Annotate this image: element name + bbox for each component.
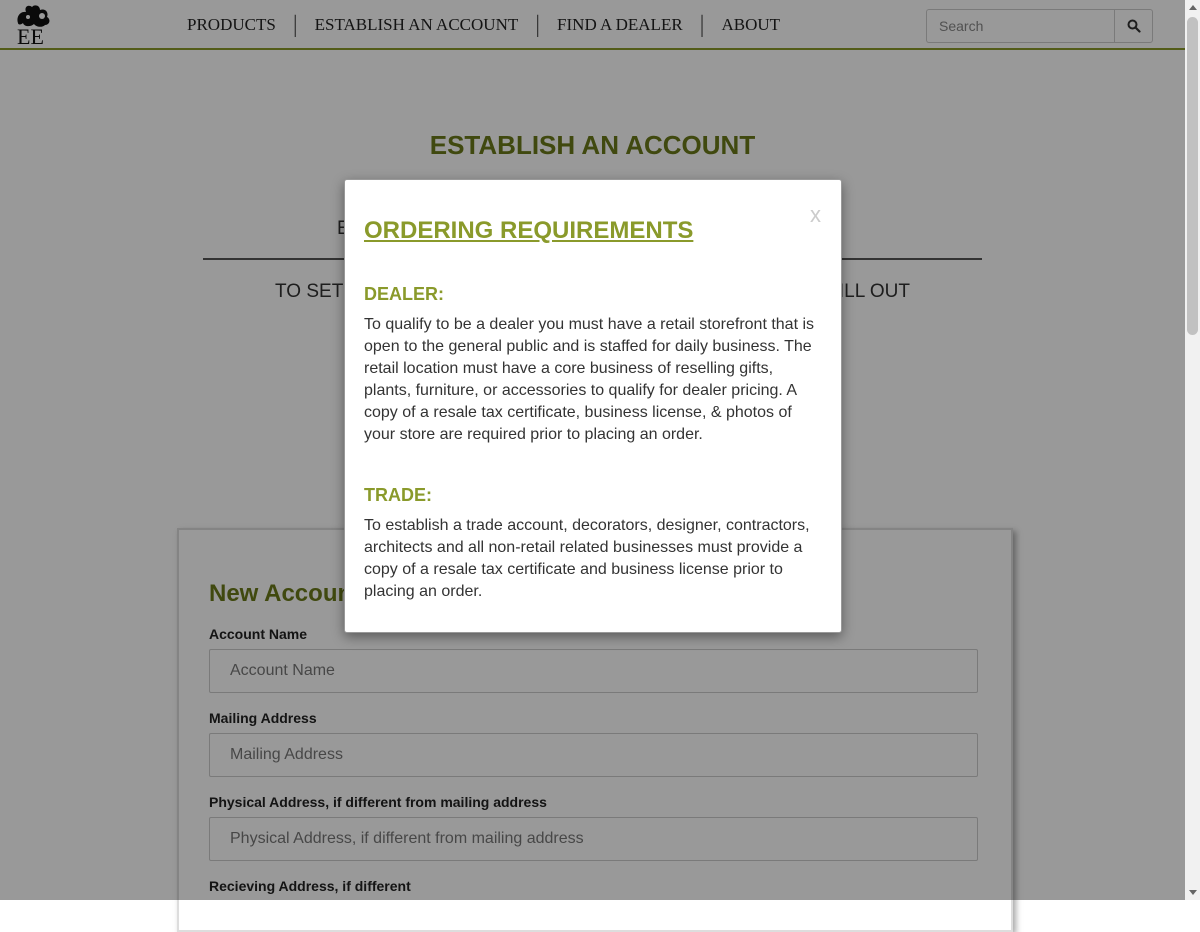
scroll-up-arrow-icon[interactable] <box>1185 0 1200 15</box>
dealer-heading: DEALER: <box>364 284 444 304</box>
dealer-text: To qualify to be a dealer you must have … <box>364 316 815 443</box>
trade-heading: TRADE: <box>364 485 432 505</box>
scroll-down-arrow-icon[interactable] <box>1185 885 1200 900</box>
scrollbar-thumb[interactable] <box>1187 17 1198 335</box>
ordering-requirements-modal: x ORDERING REQUIREMENTS DEALER: To quali… <box>344 179 842 633</box>
modal-title: ORDERING REQUIREMENTS <box>364 217 694 244</box>
trade-text: To establish a trade account, decorators… <box>364 517 810 600</box>
page-scrollbar[interactable] <box>1185 0 1200 900</box>
close-button[interactable]: x <box>810 202 821 228</box>
